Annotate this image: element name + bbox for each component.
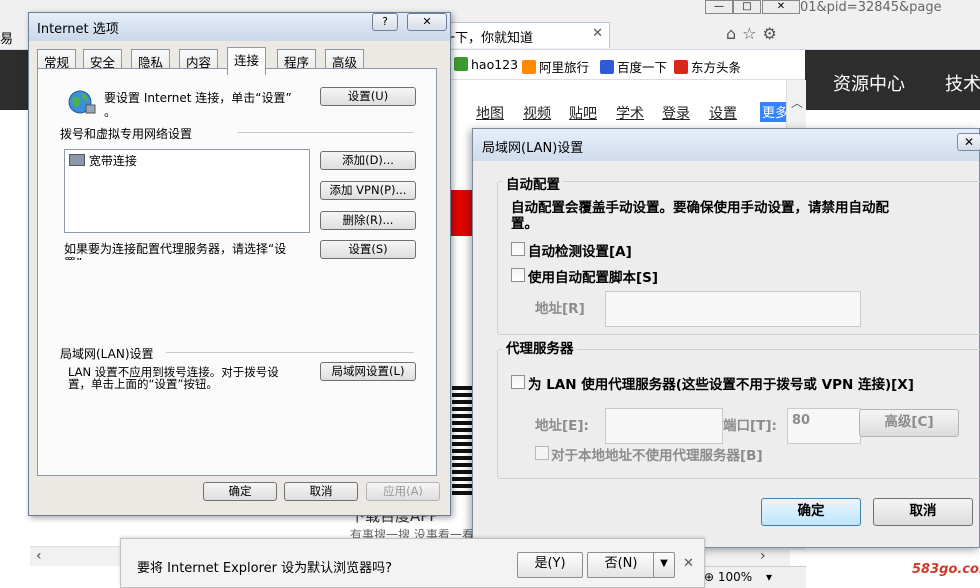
dialup-section-label: 拨号和虚拟专用网络设置	[60, 127, 193, 141]
zoom-dropdown-icon[interactable]: ▾	[766, 570, 772, 584]
dialog-close-button[interactable]: ✕	[407, 13, 447, 31]
auto-detect-checkbox[interactable]	[511, 242, 525, 256]
notification-close-icon[interactable]: ✕	[683, 556, 694, 571]
header-link-resource[interactable]: 资源中心	[833, 70, 905, 96]
lan-dialog-title: 局域网(LAN)设置	[482, 141, 584, 156]
browser-minimize-button[interactable]: —	[705, 0, 733, 14]
auto-config-description-line2: 置。	[511, 216, 538, 232]
favorite-baidu[interactable]: 百度一下	[600, 57, 667, 76]
port-input[interactable]: 80	[787, 408, 861, 444]
gear-icon[interactable]: ⚙	[763, 24, 783, 43]
nav-link-video[interactable]: 视频	[523, 103, 551, 123]
apply-button[interactable]: 应用(A)	[366, 482, 440, 501]
header-link-tech[interactable]: 技术	[945, 70, 980, 96]
use-proxy-label[interactable]: 为 LAN 使用代理服务器(这些设置不用于拨号或 VPN 连接)[X]	[528, 373, 914, 393]
favorites-bar: hao123 阿里旅行 百度一下 东方头条	[440, 50, 805, 80]
use-proxy-checkbox[interactable]	[511, 375, 525, 389]
favorite-alitrip[interactable]: 阿里旅行	[522, 57, 589, 76]
tab-connections[interactable]: 连接	[227, 47, 267, 75]
qr-code	[452, 385, 474, 495]
left-edge-text: 易	[0, 32, 14, 47]
lan-description-line2: 置，单击上面的“设置”按钮。	[68, 377, 218, 391]
nav-link-xueshu[interactable]: 学术	[616, 103, 644, 123]
auto-detect-label[interactable]: 自动检测设置[A]	[528, 240, 632, 260]
zoom-icon: ⊕	[704, 570, 715, 584]
lan-close-button[interactable]: ✕	[957, 133, 980, 151]
nav-link-tieba[interactable]: 贴吧	[569, 103, 597, 123]
site-watermark: 583go.com	[912, 562, 980, 577]
advanced-button[interactable]: 高级[C]	[859, 409, 959, 437]
proxy-address-input[interactable]	[605, 408, 723, 444]
script-address-input[interactable]	[605, 291, 861, 327]
scroll-left-arrow-icon[interactable]: ‹	[36, 548, 42, 564]
proxy-address-label: 地址[E]:	[535, 418, 589, 434]
ok-button[interactable]: 确定	[203, 482, 277, 501]
lan-cancel-button[interactable]: 取消	[873, 498, 973, 526]
home-icon[interactable]: ⌂	[726, 24, 742, 43]
scroll-up-arrow-icon[interactable]: ︿	[791, 94, 803, 111]
connections-list[interactable]: 宽带连接	[64, 149, 310, 233]
lan-ok-button[interactable]: 确定	[761, 498, 861, 526]
baidu-nav: 地图 视频 贴吧 学术 登录 设置 更多	[470, 98, 810, 126]
script-address-label: 地址[R]	[535, 301, 585, 317]
lan-settings-button[interactable]: 局域网设置(L)	[320, 362, 416, 381]
lan-section-label: 局域网(LAN)设置	[60, 347, 154, 361]
connections-panel: 要设置 Internet 连接，单击“设置” 。 设置(U) 拨号和虚拟专用网络…	[37, 68, 437, 476]
browser-toolbar-icons: ⌂☆⚙	[726, 24, 783, 43]
port-label: 端口[T]:	[723, 418, 777, 434]
options-tabs: 常规 安全 隐私 内容 连接 程序 高级	[37, 47, 447, 75]
broadband-icon	[69, 154, 85, 166]
lan-settings-dialog: 局域网(LAN)设置 ✕ 自动配置 自动配置会覆盖手动设置。要确保使用手动设置，…	[472, 128, 980, 548]
tab-close-icon[interactable]: ✕	[592, 26, 603, 41]
cancel-button[interactable]: 取消	[284, 482, 358, 501]
status-bar-zoom[interactable]: ⊕ 100% ▾	[700, 566, 806, 588]
notification-message: 要将 Internet Explorer 设为默认浏览器吗?	[137, 561, 393, 576]
proxy-description-line1: 如果要为连接配置代理服务器，请选择“设	[64, 242, 287, 256]
setup-description-line1: 要设置 Internet 连接，单击“设置”	[104, 91, 292, 105]
proxy-description-line2: 置”。	[64, 254, 94, 260]
globe-network-icon	[68, 90, 96, 114]
nav-link-settings[interactable]: 设置	[709, 103, 737, 123]
help-button[interactable]: ?	[372, 13, 398, 31]
favorites-star-icon[interactable]: ☆	[742, 24, 762, 43]
favorite-eastday[interactable]: 东方头条	[674, 57, 741, 76]
alitrip-icon	[522, 60, 536, 74]
add-vpn-button[interactable]: 添加 VPN(P)...	[320, 181, 416, 200]
page-header-left	[0, 50, 30, 110]
bypass-local-label[interactable]: 对于本地地址不使用代理服务器[B]	[551, 444, 763, 464]
lan-settings-titlebar: 局域网(LAN)设置	[473, 129, 979, 161]
default-browser-notification: 要将 Internet Explorer 设为默认浏览器吗? 是(Y) 否(N)…	[120, 538, 705, 588]
browser-maximize-button[interactable]: □	[733, 0, 761, 14]
zoom-level: 100%	[717, 570, 753, 584]
eastday-icon	[674, 60, 688, 74]
page-header-right: 资源中心 技术	[805, 50, 980, 110]
address-bar[interactable]: 01&pid=32845&page	[800, 0, 980, 18]
no-button[interactable]: 否(N)	[587, 552, 655, 578]
nav-link-login[interactable]: 登录	[662, 103, 690, 123]
section-divider	[238, 132, 414, 133]
setup-button[interactable]: 设置(U)	[320, 87, 416, 106]
scroll-right-arrow-icon[interactable]: ›	[760, 548, 766, 564]
auto-script-label[interactable]: 使用自动配置脚本[S]	[528, 266, 658, 286]
yes-button[interactable]: 是(Y)	[517, 552, 583, 578]
hao123-icon	[454, 57, 468, 71]
dialog-title: Internet 选项	[37, 22, 119, 37]
setup-description-line2: 。	[104, 105, 117, 119]
list-item[interactable]: 宽带连接	[69, 152, 137, 169]
section-divider	[166, 352, 414, 353]
add-connection-button[interactable]: 添加(D)...	[320, 151, 416, 170]
auto-script-checkbox[interactable]	[511, 268, 525, 282]
no-options-dropdown-icon[interactable]: ▼	[653, 552, 675, 578]
proxy-server-title: 代理服务器	[503, 337, 577, 357]
baidu-paw-icon	[600, 60, 614, 74]
proxy-settings-button[interactable]: 设置(S)	[320, 240, 416, 259]
internet-options-dialog: Internet 选项 ? ✕ 常规 安全 隐私 内容 连接 程序 高级 要设置…	[28, 12, 451, 516]
auto-config-title: 自动配置	[503, 173, 563, 193]
favorite-hao123[interactable]: hao123	[454, 57, 518, 72]
remove-connection-button[interactable]: 删除(R)...	[320, 211, 416, 230]
nav-link-map[interactable]: 地图	[476, 103, 504, 123]
auto-config-description-line1: 自动配置会覆盖手动设置。要确保使用手动设置，请禁用自动配	[511, 200, 889, 216]
bypass-local-checkbox[interactable]	[535, 446, 549, 460]
browser-close-button[interactable]: ✕	[762, 0, 800, 14]
